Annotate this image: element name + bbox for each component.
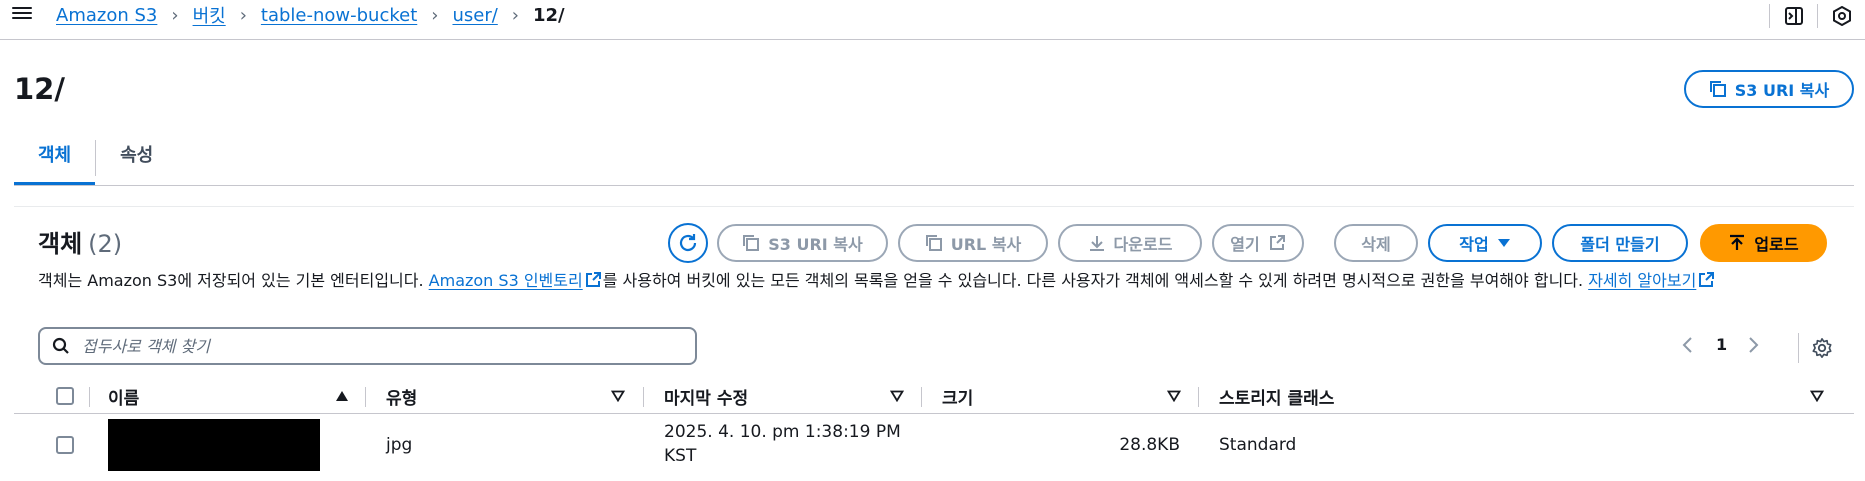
table-preferences-button[interactable]	[1798, 333, 1844, 363]
column-divider	[89, 387, 90, 407]
copy-icon	[1709, 81, 1726, 97]
chevron-right-icon[interactable]	[1745, 336, 1761, 354]
column-header-storage-class[interactable]: 스토리지 클래스	[1219, 378, 1334, 414]
objects-heading-title: 객체	[38, 230, 83, 258]
download-label: 다운로드	[1113, 235, 1173, 254]
chevron-left-icon[interactable]	[1680, 336, 1696, 354]
copy-s3-uri-label: S3 URI 복사	[768, 235, 863, 254]
table-row[interactable]: jpg 2025. 4. 10. pm 1:38:19 PM KST 28.8K…	[14, 415, 1854, 481]
inventory-link[interactable]: Amazon S3 인벤토리	[429, 271, 583, 290]
top-right-tools	[1769, 4, 1865, 28]
download-icon	[1089, 236, 1104, 251]
column-divider	[365, 387, 366, 407]
top-navigation-bar: Amazon S3 › 버킷 › table-now-bucket › user…	[0, 0, 1865, 40]
search-icon	[52, 337, 69, 354]
objects-container-border	[14, 206, 1854, 207]
breadcrumb-link-s3[interactable]: Amazon S3	[56, 5, 157, 26]
delete-label: 삭제	[1361, 235, 1391, 254]
row-last-modified-line2: KST	[664, 446, 697, 466]
pagination: 1	[1680, 335, 1761, 354]
breadcrumb-link-user[interactable]: user/	[452, 5, 497, 26]
copy-icon	[925, 235, 942, 251]
delete-button[interactable]: 삭제	[1334, 224, 1418, 262]
settings-hex-icon[interactable]	[1817, 4, 1865, 28]
objects-description: 객체는 Amazon S3에 저장되어 있는 기본 엔터티입니다. Amazon…	[38, 268, 1798, 293]
external-link-icon	[1699, 272, 1715, 287]
sort-desc-icon[interactable]	[1167, 390, 1181, 402]
breadcrumb-link-bucket[interactable]: table-now-bucket	[261, 5, 417, 26]
create-folder-button[interactable]: 폴더 만들기	[1552, 224, 1688, 262]
row-last-modified: 2025. 4. 10. pm 1:38:19 PM KST	[664, 420, 901, 468]
copy-icon	[743, 235, 760, 251]
chevron-right-icon: ›	[511, 4, 519, 26]
sort-desc-icon[interactable]	[611, 390, 625, 402]
objects-heading: 객체 (2)	[38, 224, 122, 259]
objects-count: (2)	[88, 230, 123, 258]
refresh-button[interactable]	[668, 223, 708, 263]
sort-desc-icon[interactable]	[890, 390, 904, 402]
gear-icon	[1811, 338, 1832, 358]
search-input[interactable]	[82, 336, 662, 356]
refresh-icon	[679, 234, 697, 252]
sidebar-panel-icon[interactable]	[1769, 4, 1817, 28]
column-header-last-modified[interactable]: 마지막 수정	[664, 378, 748, 414]
column-header-name[interactable]: 이름	[108, 378, 139, 414]
open-label: 열기	[1230, 235, 1260, 254]
column-header-size[interactable]: 크기	[942, 378, 973, 414]
copy-url-label: URL 복사	[950, 235, 1022, 254]
description-text-1: 객체는 Amazon S3에 저장되어 있는 기본 엔터티입니다.	[38, 271, 429, 290]
external-link-icon	[1269, 235, 1285, 250]
row-last-modified-line1: 2025. 4. 10. pm 1:38:19 PM	[664, 422, 901, 442]
create-folder-label: 폴더 만들기	[1580, 235, 1660, 254]
learn-more-link[interactable]: 자세히 알아보기	[1588, 271, 1696, 290]
copy-url-button[interactable]: URL 복사	[898, 224, 1048, 262]
actions-dropdown-button[interactable]: 작업	[1428, 224, 1542, 262]
download-button[interactable]: 다운로드	[1058, 224, 1202, 262]
column-header-type[interactable]: 유형	[386, 378, 417, 414]
upload-label: 업로드	[1754, 235, 1799, 254]
upload-button[interactable]: 업로드	[1700, 224, 1827, 262]
copy-s3-uri-header-button[interactable]: S3 URI 복사	[1684, 70, 1854, 108]
object-name-redacted[interactable]	[108, 419, 320, 471]
actions-label: 작업	[1459, 235, 1489, 254]
tab-list: 객체 속성	[14, 138, 177, 186]
sort-asc-icon[interactable]	[335, 390, 349, 402]
copy-s3-uri-header-label: S3 URI 복사	[1734, 81, 1830, 100]
description-text-2: 를 사용하여 버킷에 있는 모든 객체의 목록을 얻을 수 있습니다. 다른 사…	[602, 271, 1589, 290]
search-box	[38, 327, 697, 365]
tab-properties[interactable]: 속성	[96, 138, 177, 186]
chevron-right-icon: ›	[431, 4, 439, 26]
page-number[interactable]: 1	[1716, 335, 1727, 354]
column-divider	[921, 387, 922, 407]
external-link-icon	[585, 272, 601, 287]
page-title: 12/	[14, 72, 65, 106]
column-divider	[643, 387, 644, 407]
upload-icon	[1730, 234, 1745, 250]
breadcrumb: Amazon S3 › 버킷 › table-now-bucket › user…	[56, 2, 565, 28]
breadcrumb-link-buckets[interactable]: 버킷	[193, 2, 226, 28]
row-size: 28.8KB	[1119, 435, 1180, 455]
table-header: 이름 유형 마지막 수정 크기 스토리지 클래스	[14, 378, 1854, 414]
chevron-right-icon: ›	[171, 4, 179, 26]
caret-down-icon	[1497, 239, 1510, 247]
copy-s3-uri-button[interactable]: S3 URI 복사	[717, 224, 888, 262]
row-type: jpg	[386, 435, 413, 455]
sort-desc-icon[interactable]	[1810, 390, 1824, 402]
tabs-divider-line	[14, 185, 1854, 186]
chevron-right-icon: ›	[239, 4, 247, 26]
menu-icon[interactable]	[12, 4, 32, 24]
row-checkbox[interactable]	[56, 436, 74, 454]
column-divider	[1198, 387, 1199, 407]
breadcrumb-current: 12/	[533, 4, 565, 26]
row-storage-class: Standard	[1219, 435, 1297, 455]
tab-objects[interactable]: 객체	[14, 138, 96, 186]
select-all-checkbox[interactable]	[56, 378, 74, 414]
open-button[interactable]: 열기	[1212, 224, 1304, 262]
